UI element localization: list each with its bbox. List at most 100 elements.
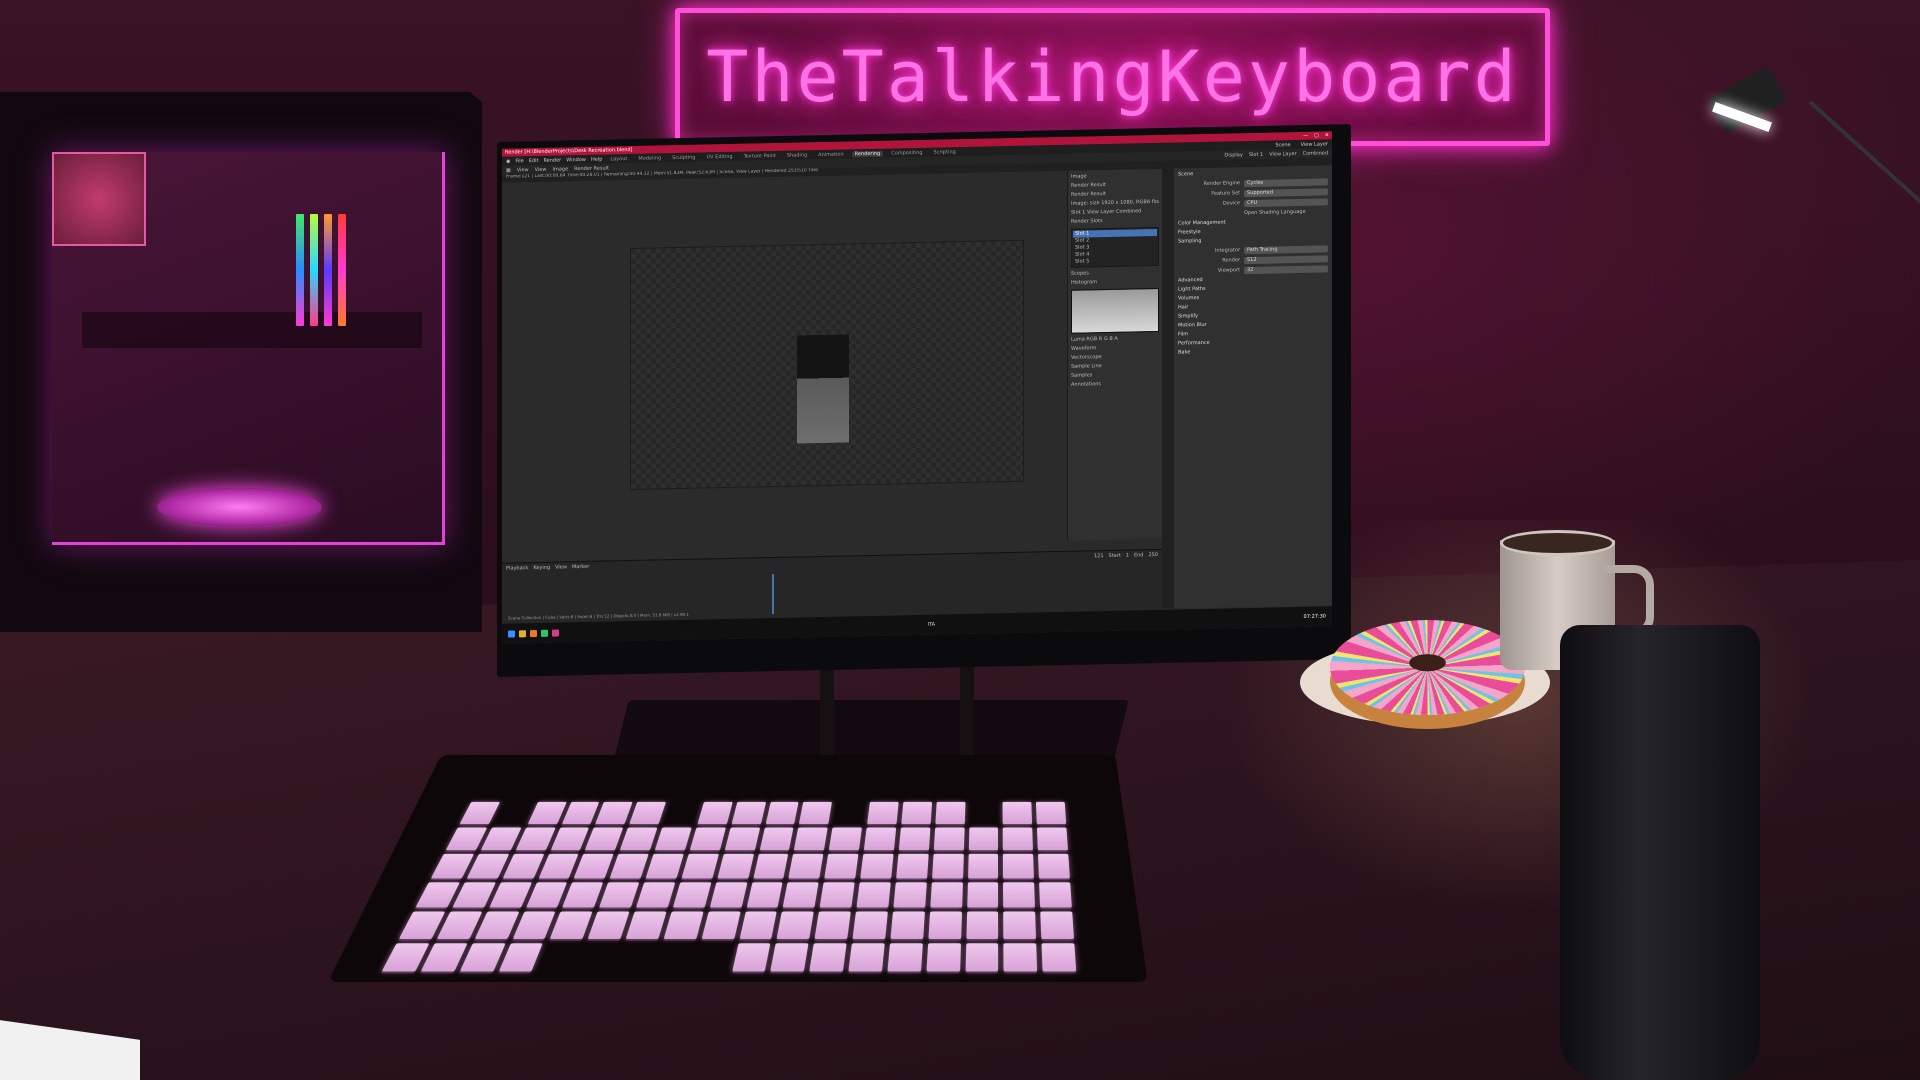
ram-stick <box>310 214 318 326</box>
menu-marker[interactable]: Marker <box>572 564 589 570</box>
menu-help[interactable]: Help <box>591 156 602 162</box>
keycap <box>815 912 851 939</box>
keycap <box>538 854 578 878</box>
channel-g[interactable]: G <box>1104 336 1108 342</box>
keycap <box>856 882 890 908</box>
tab-texture-paint[interactable]: Texture Paint <box>741 152 779 159</box>
keycap <box>599 882 639 908</box>
channel-r[interactable]: R <box>1099 336 1102 342</box>
end-frame-field[interactable]: 250 <box>1148 552 1158 558</box>
channel-a[interactable]: A <box>1114 336 1117 342</box>
tab-modeling[interactable]: Modeling <box>635 155 664 162</box>
slot-field[interactable]: Slot 1 <box>1071 209 1085 215</box>
viewport-samples-input[interactable]: 32 <box>1244 265 1328 274</box>
menu-playback[interactable]: Playback <box>506 565 528 571</box>
tab-layout[interactable]: Layout <box>607 156 630 162</box>
tab-shading[interactable]: Shading <box>784 152 810 159</box>
render-samples-label: Render <box>1178 257 1240 264</box>
integrator-dropdown[interactable]: Path Tracing <box>1244 245 1328 254</box>
keycap <box>663 802 699 824</box>
tab-animation[interactable]: Animation <box>815 151 847 158</box>
keycaps-grid <box>382 802 1077 972</box>
feature-set-dropdown[interactable]: Supported <box>1244 188 1328 197</box>
menu-edit[interactable]: Edit <box>529 157 539 163</box>
end-label: End <box>1134 552 1144 558</box>
viewport-samples-label: Viewport <box>1178 267 1240 274</box>
start-frame-field[interactable]: 1 <box>1126 553 1129 559</box>
keycap <box>717 854 753 878</box>
image-viewport[interactable] <box>502 171 1067 563</box>
keycap <box>930 882 962 908</box>
tab-scripting[interactable]: Scripting <box>931 149 959 156</box>
annotations-section[interactable]: Annotations <box>1071 379 1159 390</box>
render-engine-label: Render Engine <box>1178 180 1240 187</box>
close-icon[interactable]: ✕ <box>1325 132 1329 138</box>
keycap <box>928 912 961 939</box>
editor-type-icon[interactable]: ▦ <box>506 167 511 173</box>
tab-compositing[interactable]: Compositing <box>888 149 925 156</box>
app-icon[interactable] <box>541 629 548 636</box>
image-name-field[interactable]: Render Result <box>574 165 609 172</box>
keycap <box>498 943 543 972</box>
pc-glass-panel <box>52 152 445 545</box>
render-engine-dropdown[interactable]: Cycles <box>1244 178 1328 187</box>
blender-icon[interactable] <box>530 629 537 636</box>
scene-selector[interactable]: Scene <box>1275 142 1290 148</box>
taskbar-clock[interactable]: 07:27:30 <box>1304 613 1326 619</box>
monitor-screen: Render [H:\BlenderProjects\Desk Recreati… <box>502 131 1332 643</box>
layer-dropdown[interactable]: View Layer <box>1269 151 1296 158</box>
menu-view-2[interactable]: View <box>535 166 547 172</box>
render-slots-header[interactable]: Render Slots <box>1071 216 1159 227</box>
channel-b[interactable]: B <box>1109 336 1112 342</box>
osl-checkbox-label[interactable]: Open Shading Language <box>1244 209 1306 216</box>
language-indicator[interactable]: ITA <box>927 622 935 628</box>
keycap <box>697 802 732 824</box>
keycap <box>933 827 964 850</box>
pass-dropdown[interactable]: Combined <box>1303 150 1328 157</box>
tumbler-cup <box>1560 625 1760 1080</box>
keycap <box>1040 912 1074 939</box>
keycap <box>452 882 496 908</box>
keycap <box>901 802 932 824</box>
render-canvas[interactable] <box>630 240 1024 490</box>
slot-dropdown[interactable]: Slot 1 <box>1249 151 1263 157</box>
keycap <box>867 802 898 824</box>
menu-view-timeline[interactable]: View <box>555 564 567 570</box>
start-icon[interactable] <box>508 630 515 637</box>
tab-sculpting[interactable]: Sculpting <box>669 154 698 161</box>
menu-file[interactable]: File <box>515 158 523 164</box>
app-icon[interactable] <box>552 629 559 636</box>
minimize-icon[interactable]: — <box>1303 133 1308 139</box>
menu-image[interactable]: Image <box>552 166 568 172</box>
menu-view[interactable]: View <box>517 167 529 173</box>
device-dropdown[interactable]: CPU <box>1244 198 1328 207</box>
menu-keying[interactable]: Keying <box>533 565 550 571</box>
tab-rendering[interactable]: Rendering <box>852 150 884 157</box>
list-item[interactable]: Slot 5 <box>1073 257 1157 266</box>
keycap <box>673 882 711 908</box>
properties-tabs[interactable] <box>1162 169 1174 609</box>
explorer-icon[interactable] <box>519 630 526 637</box>
maximize-icon[interactable]: ▢ <box>1314 133 1319 139</box>
tab-uv-editing[interactable]: UV Editing <box>703 153 735 160</box>
channel-luma[interactable]: Luma <box>1071 336 1085 342</box>
keycap <box>887 943 922 972</box>
layer-field[interactable]: View Layer <box>1087 209 1114 216</box>
current-frame-field[interactable]: 121 <box>1094 553 1104 559</box>
menu-render[interactable]: Render <box>543 157 561 163</box>
keycap <box>626 912 667 939</box>
view-layer-selector[interactable]: View Layer <box>1301 141 1328 148</box>
playhead[interactable] <box>772 574 774 614</box>
keycap <box>968 827 998 850</box>
blender-logo-icon[interactable]: ◉ <box>506 158 510 164</box>
lamp-arm <box>1809 101 1920 238</box>
pc-shelf <box>82 312 422 348</box>
keycap <box>833 802 865 824</box>
channel-rgb[interactable]: RGB <box>1086 336 1097 342</box>
render-samples-input[interactable]: 512 <box>1244 255 1328 264</box>
sprinkled-donut <box>1330 620 1525 715</box>
display-dropdown[interactable]: Display <box>1224 152 1242 158</box>
histogram-header[interactable]: Histogram <box>1071 277 1159 288</box>
menu-window[interactable]: Window <box>566 156 586 162</box>
pass-field[interactable]: Combined <box>1116 208 1141 215</box>
